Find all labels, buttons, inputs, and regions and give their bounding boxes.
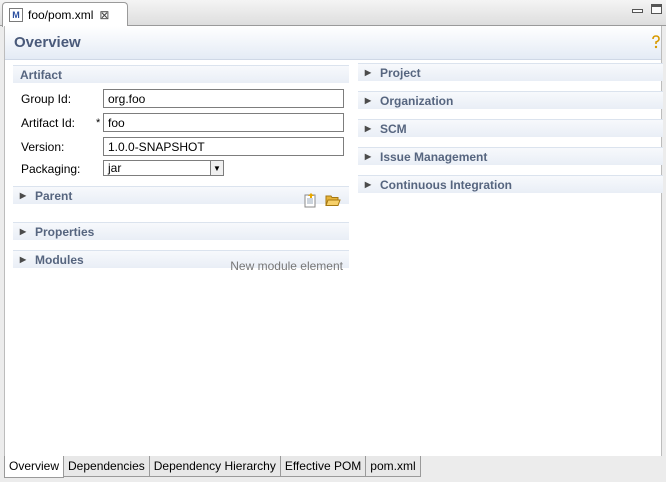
artifact-id-field[interactable] xyxy=(103,113,344,132)
help-icon[interactable] xyxy=(651,35,661,49)
form-header: Overview xyxy=(5,26,661,60)
chevron-right-icon[interactable]: ▶ xyxy=(361,180,375,189)
properties-section-header[interactable]: ▶ Properties xyxy=(13,222,349,240)
select-pom-icon[interactable] xyxy=(303,192,319,208)
parent-section-title: Parent xyxy=(35,188,73,203)
editor-tab-title: foo/pom.xml xyxy=(28,8,94,22)
artifact-section-title: Artifact xyxy=(20,67,63,82)
chevron-right-icon[interactable]: ▶ xyxy=(361,96,375,105)
editor-tab-pom[interactable]: M foo/pom.xml ⊠ xyxy=(2,2,128,27)
artifact-id-label: Artifact Id: xyxy=(21,116,76,130)
chevron-right-icon[interactable]: ▶ xyxy=(16,227,30,236)
modules-section-title: Modules xyxy=(35,252,84,267)
chevron-right-icon[interactable]: ▶ xyxy=(361,124,375,133)
chevron-right-icon[interactable]: ▶ xyxy=(361,152,375,161)
close-icon[interactable]: ⊠ xyxy=(99,8,109,22)
modules-section-header[interactable]: ▶ Modules New module element xyxy=(13,250,349,273)
editor-tab-bar: M foo/pom.xml ⊠ xyxy=(0,0,666,27)
ci-section-title: Continuous Integration xyxy=(380,177,512,192)
issue-management-section-header[interactable]: ▶ Issue Management xyxy=(358,147,663,165)
group-id-label: Group Id: xyxy=(21,92,72,106)
organization-section-header[interactable]: ▶ Organization xyxy=(358,91,663,109)
project-section-title: Project xyxy=(380,65,421,80)
dropdown-arrow-icon[interactable]: ▼ xyxy=(210,161,223,175)
organization-section-title: Organization xyxy=(380,93,454,108)
issue-management-section-title: Issue Management xyxy=(380,149,488,164)
properties-section-title: Properties xyxy=(35,224,95,239)
packaging-select[interactable]: jar ▼ xyxy=(103,160,224,176)
folder-open-icon[interactable] xyxy=(325,192,341,208)
packaging-value: jar xyxy=(108,161,122,175)
maven-file-icon: M xyxy=(9,8,23,22)
minimize-button[interactable] xyxy=(632,9,643,13)
maximize-button[interactable] xyxy=(651,4,662,14)
tab-dependencies[interactable]: Dependencies xyxy=(63,456,150,477)
group-id-field[interactable] xyxy=(103,89,344,108)
ci-section-header[interactable]: ▶ Continuous Integration xyxy=(358,175,663,193)
packaging-label: Packaging: xyxy=(21,162,81,176)
scm-section-header[interactable]: ▶ SCM xyxy=(358,119,663,137)
required-marker: * xyxy=(96,117,101,129)
tab-effective-pom[interactable]: Effective POM xyxy=(279,456,367,477)
version-field[interactable] xyxy=(103,137,344,156)
project-section-header[interactable]: ▶ Project xyxy=(358,63,663,81)
modules-hint: New module element xyxy=(230,259,343,273)
editor-page-tabs: Overview Dependencies Dependency Hierarc… xyxy=(4,456,421,478)
scm-section-title: SCM xyxy=(380,121,407,136)
chevron-right-icon[interactable]: ▶ xyxy=(16,191,30,200)
tab-dependency-hierarchy[interactable]: Dependency Hierarchy xyxy=(148,456,281,477)
page-title: Overview xyxy=(14,34,81,51)
tab-overview[interactable]: Overview xyxy=(4,456,65,478)
chevron-right-icon[interactable]: ▶ xyxy=(361,68,375,77)
editor-content: Overview Artifact Group Id: Artifact Id:… xyxy=(4,26,663,456)
parent-section-header[interactable]: ▶ Parent xyxy=(13,186,349,204)
artifact-section-header: Artifact xyxy=(13,65,349,83)
chevron-right-icon[interactable]: ▶ xyxy=(16,255,30,264)
tab-pom-xml[interactable]: pom.xml xyxy=(365,456,421,477)
version-label: Version: xyxy=(21,140,65,154)
